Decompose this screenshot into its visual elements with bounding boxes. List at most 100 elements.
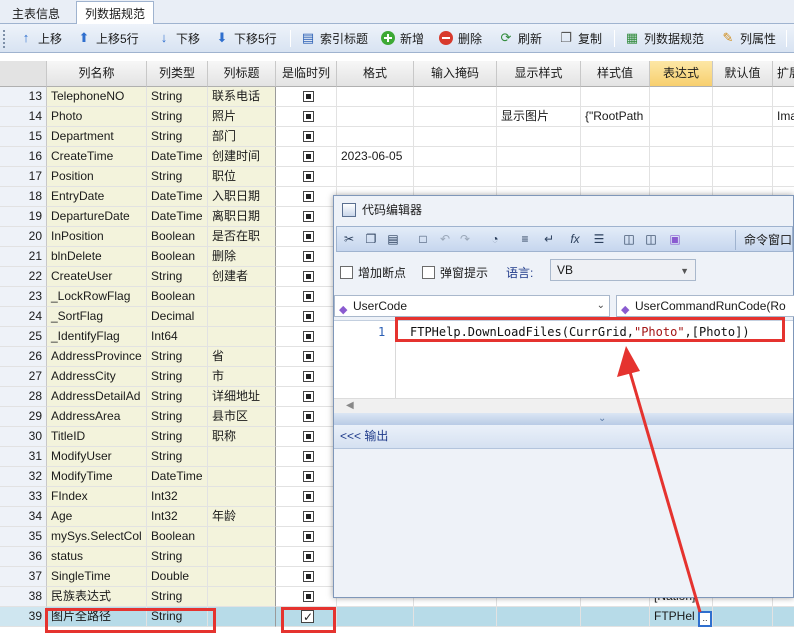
cell-temp-column[interactable] [276, 467, 337, 487]
cell-default-value[interactable] [713, 607, 773, 627]
cell-temp-column[interactable] [276, 427, 337, 447]
split-icon[interactable]: ◫ [643, 231, 659, 247]
cell-format[interactable] [337, 167, 414, 187]
cell-temp-column[interactable] [276, 547, 337, 567]
temp-column-checkbox[interactable] [303, 351, 314, 362]
temp-column-checkbox[interactable] [303, 91, 314, 102]
cell-style-value[interactable] [581, 147, 650, 167]
cell-temp-column[interactable] [276, 267, 337, 287]
temp-column-checkbox[interactable] [303, 171, 314, 182]
temp-column-checkbox[interactable] [303, 291, 314, 302]
cell-column-type[interactable]: Int64 [147, 327, 208, 347]
cell-column-title[interactable] [208, 467, 276, 487]
temp-column-checkbox[interactable] [303, 231, 314, 242]
temp-column-checkbox[interactable] [303, 151, 314, 162]
cell-extension[interactable] [773, 127, 794, 147]
grid-corner[interactable] [0, 61, 47, 87]
cell-column-type[interactable]: Boolean [147, 227, 208, 247]
cell-column-title[interactable] [208, 487, 276, 507]
cell-input-mask[interactable] [414, 147, 497, 167]
cell-column-name[interactable]: AddressDetailAd [47, 387, 147, 407]
copy-icon[interactable]: ❐ [363, 231, 379, 247]
cell-column-title[interactable]: 详细地址 [208, 387, 276, 407]
paste-icon[interactable]: ▤ [385, 231, 401, 247]
cell-column-type[interactable]: String [147, 447, 208, 467]
move-up-5-button[interactable]: ⬆ 上移5行 [76, 28, 139, 48]
temp-column-checkbox[interactable] [303, 571, 314, 582]
editor-horizontal-scrollbar[interactable]: ◀ [334, 398, 793, 414]
cell-temp-column[interactable] [276, 147, 337, 167]
cell-default-value[interactable] [713, 87, 773, 107]
temp-column-checkbox[interactable] [303, 131, 314, 142]
cell-column-title[interactable] [208, 327, 276, 347]
temp-column-checkbox[interactable] [303, 371, 314, 382]
table-row[interactable]: 14PhotoString照片 显示图片{"RootPath Ima [0, 107, 794, 127]
cell-column-type[interactable]: String [147, 107, 208, 127]
temp-column-checkbox[interactable] [303, 491, 314, 502]
cell-column-name[interactable]: _LockRowFlag [47, 287, 147, 307]
cell-temp-column[interactable] [276, 507, 337, 527]
dialog-title-bar[interactable]: 代码编辑器 [334, 196, 793, 224]
cell-column-title[interactable]: 省 [208, 347, 276, 367]
header-column-name[interactable]: 列名称 [47, 61, 147, 87]
format-icon[interactable]: ◫ [621, 231, 637, 247]
cut-icon[interactable]: ✂ [341, 231, 357, 247]
cell-column-type[interactable]: String [147, 127, 208, 147]
language-select[interactable]: VB ▼ [550, 259, 696, 281]
cell-style-value[interactable] [581, 607, 650, 627]
header-column-title[interactable]: 列标题 [208, 61, 276, 87]
index-title-button[interactable]: ▤ 索引标题 [300, 28, 368, 48]
cell-column-name[interactable]: EntryDate [47, 187, 147, 207]
cell-input-mask[interactable] [414, 107, 497, 127]
cell-format[interactable] [337, 127, 414, 147]
cell-column-type[interactable]: String [147, 367, 208, 387]
cell-column-title[interactable] [208, 587, 276, 607]
popup-hint-checkbox[interactable] [422, 266, 435, 279]
cell-temp-column[interactable] [276, 87, 337, 107]
header-style-value[interactable]: 样式值 [581, 61, 650, 87]
temp-column-checkbox[interactable] [303, 551, 314, 562]
move-up-button[interactable]: ↑ 上移 [18, 28, 62, 48]
header-default-value[interactable]: 默认值 [713, 61, 773, 87]
cell-temp-column[interactable] [276, 527, 337, 547]
cell-display-style[interactable] [497, 147, 581, 167]
cell-temp-column[interactable] [276, 247, 337, 267]
cell-column-name[interactable]: TitleID [47, 427, 147, 447]
cell-expression[interactable] [650, 127, 713, 147]
cell-temp-column[interactable] [276, 327, 337, 347]
temp-column-checkbox[interactable] [303, 271, 314, 282]
temp-column-checkbox[interactable] [303, 251, 314, 262]
cell-column-title[interactable] [208, 527, 276, 547]
object-combo[interactable]: ◆ UserCode ⌄ [334, 295, 610, 317]
delete-button[interactable]: 删除 [438, 28, 482, 48]
cell-column-title[interactable]: 市 [208, 367, 276, 387]
cell-column-type[interactable]: Boolean [147, 247, 208, 267]
header-input-mask[interactable]: 输入掩码 [414, 61, 497, 87]
cell-input-mask[interactable] [414, 87, 497, 107]
cell-column-name[interactable]: _IdentifyFlag [47, 327, 147, 347]
cell-temp-column[interactable] [276, 487, 337, 507]
cell-column-type[interactable]: String [147, 387, 208, 407]
cell-input-mask[interactable] [414, 607, 497, 627]
undo-icon[interactable]: ↶ [437, 231, 453, 247]
cell-column-name[interactable]: _SortFlag [47, 307, 147, 327]
cell-column-title[interactable]: 离职日期 [208, 207, 276, 227]
cell-column-type[interactable]: Double [147, 567, 208, 587]
cell-column-name[interactable]: Department [47, 127, 147, 147]
move-down-5-button[interactable]: ⬇ 下移5行 [214, 28, 277, 48]
cell-column-type[interactable]: String [147, 167, 208, 187]
cell-temp-column[interactable] [276, 187, 337, 207]
cell-column-name[interactable]: ModifyTime [47, 467, 147, 487]
cell-column-type[interactable]: DateTime [147, 187, 208, 207]
scroll-left-icon[interactable]: ◀ [346, 400, 354, 411]
cell-extension[interactable]: Ima [773, 107, 794, 127]
cell-column-type[interactable]: Boolean [147, 527, 208, 547]
indent-icon[interactable]: ≡ [517, 231, 533, 247]
cell-column-name[interactable]: TelephoneNO [47, 87, 147, 107]
cell-display-style[interactable]: 显示图片 [497, 107, 581, 127]
cell-temp-column[interactable] [276, 127, 337, 147]
cell-column-title[interactable]: 入职日期 [208, 187, 276, 207]
temp-column-checkbox[interactable] [303, 211, 314, 222]
save-icon[interactable]: ▣ [667, 231, 683, 247]
cell-column-type[interactable]: Int32 [147, 507, 208, 527]
